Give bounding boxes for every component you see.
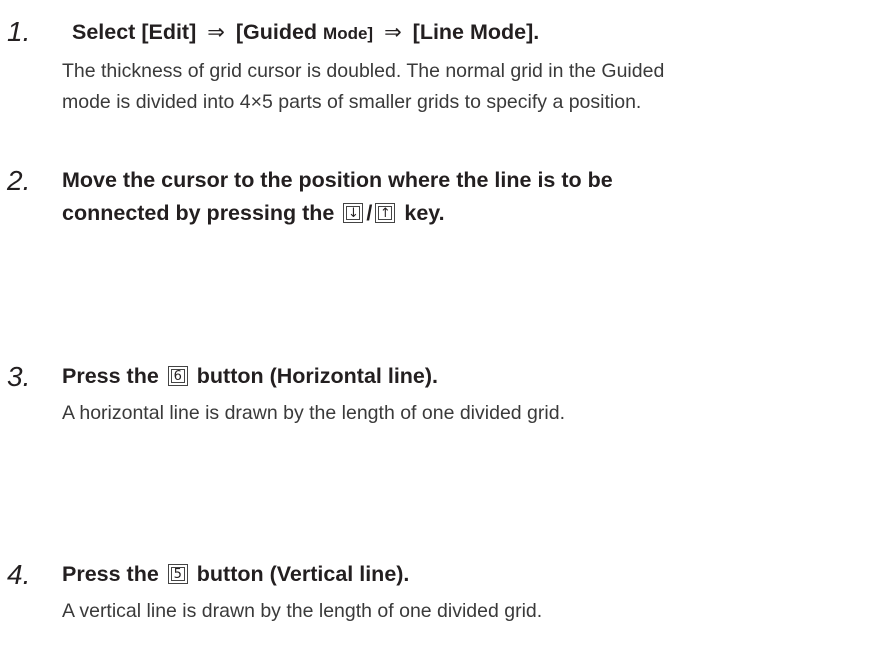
description-line: A vertical line is drawn by the length o…	[62, 600, 543, 622]
step-heading-text: Press the	[62, 364, 159, 388]
down-arrow-key-icon: ↓	[343, 203, 364, 223]
arrow-icon: ⇒	[384, 21, 402, 44]
step-heading: Press the 6 button (Horizontal line).	[62, 360, 438, 393]
step-number: 4.	[7, 559, 31, 590]
step-heading-text: Mode]	[323, 24, 374, 43]
description-line: mode is divided into 4×5 parts of smalle…	[62, 91, 642, 113]
step-number: 1.	[7, 16, 31, 47]
key-separator: /	[366, 201, 373, 225]
step-description: A horizontal line is drawn by the length…	[62, 398, 565, 429]
step-heading: Move the cursor to the position where th…	[62, 164, 613, 230]
up-arrow-glyph: ↑	[379, 206, 391, 221]
step-heading-text: Move the cursor to the position where th…	[62, 168, 613, 192]
key-6-icon: 6	[167, 366, 188, 386]
step-heading-text: key.	[404, 201, 445, 225]
step-heading-text: Select [Edit]	[72, 20, 197, 44]
step-description: The thickness of grid cursor is doubled.…	[62, 56, 664, 118]
step-heading-text: button (Horizontal line).	[196, 364, 439, 388]
step-heading-line2: connected by pressing the ↓ / ↑ key.	[62, 197, 613, 230]
description-line: The thickness of grid cursor is doubled.…	[62, 60, 665, 82]
step-heading-text: button (Vertical line).	[196, 562, 410, 586]
step-heading-text: Press the	[62, 562, 159, 586]
step-number: 2.	[7, 165, 31, 196]
step-heading-text: connected by pressing the	[62, 201, 335, 225]
key-6-glyph: 6	[173, 369, 182, 384]
step-heading: Press the 5 button (Vertical line).	[62, 558, 409, 591]
arrow-icon: ⇒	[207, 21, 225, 44]
step-heading-text: [Guided	[235, 20, 318, 44]
down-arrow-glyph: ↓	[347, 206, 359, 221]
key-5-glyph: 5	[173, 567, 182, 582]
step-number: 3.	[7, 361, 31, 392]
up-arrow-key-icon: ↑	[375, 203, 396, 223]
step-heading-text: [Line Mode].	[412, 20, 540, 44]
step-description: A vertical line is drawn by the length o…	[62, 596, 542, 627]
description-line: A horizontal line is drawn by the length…	[62, 402, 565, 424]
step-heading: Select [Edit] ⇒ [Guided Mode] ⇒ [Line Mo…	[72, 16, 539, 50]
key-5-icon: 5	[167, 564, 188, 584]
